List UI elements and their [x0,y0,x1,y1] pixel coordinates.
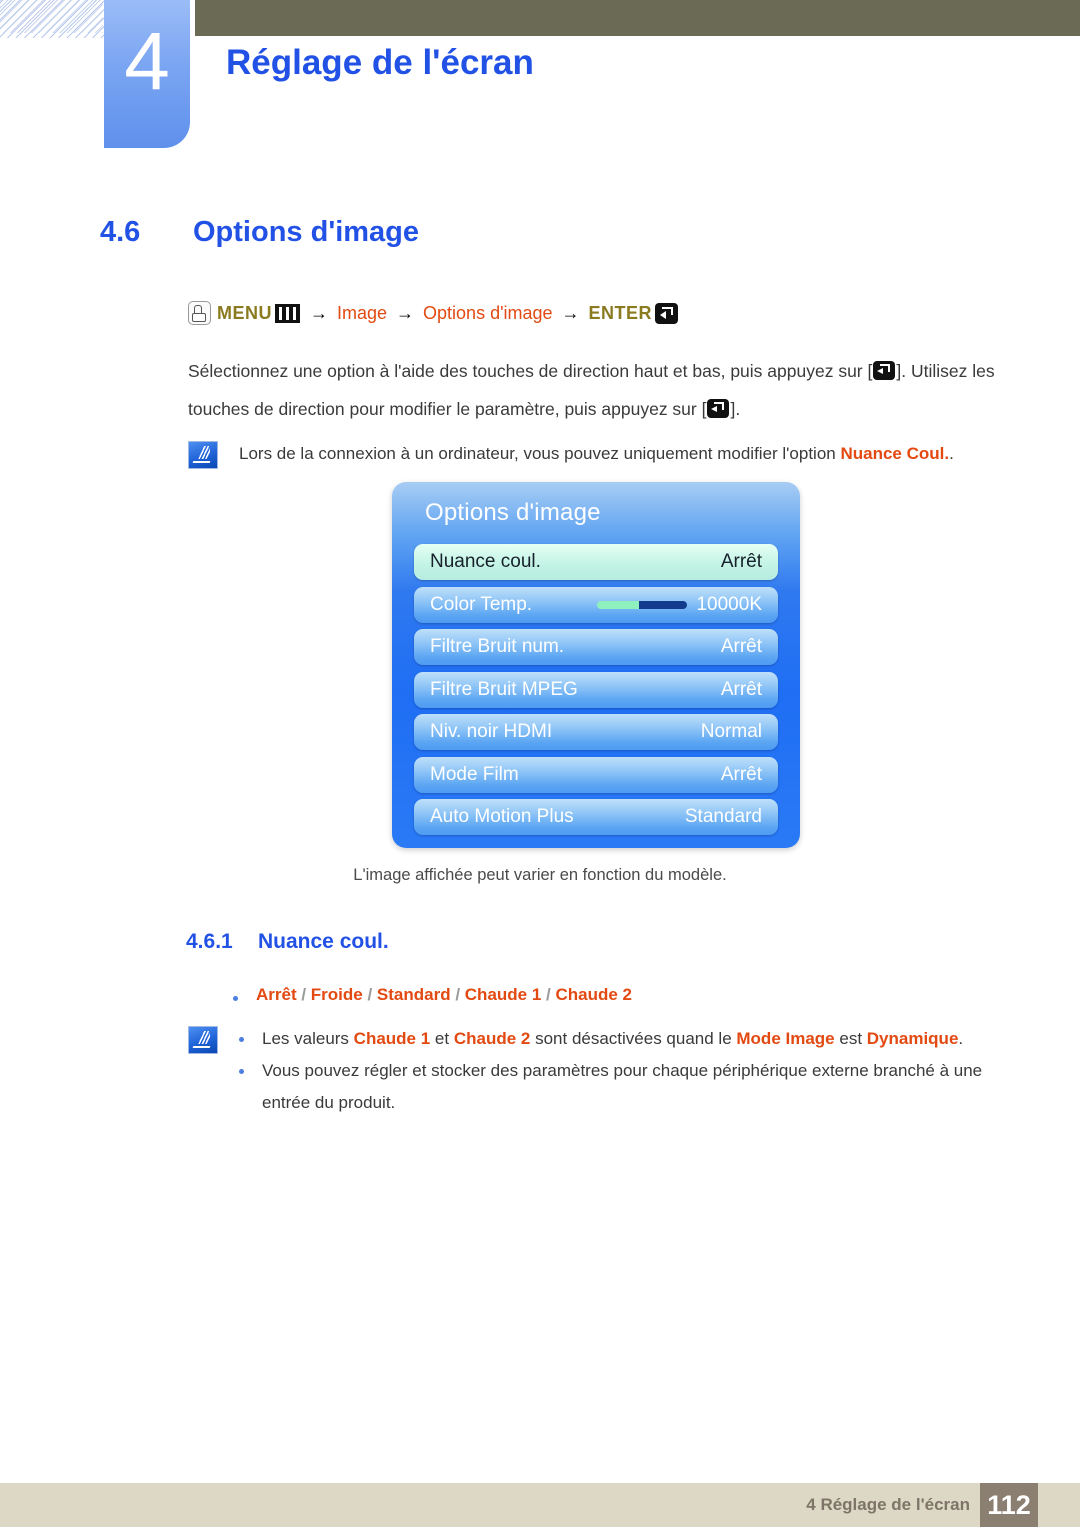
nav-arrow-3: → [561,303,580,323]
note-block-top: Lors de la connexion à un ordinateur, vo… [188,438,1016,470]
note-highlight: Chaude 1 [353,1029,431,1048]
note-top-after: . [949,444,954,463]
note-top-text: Lors de la connexion à un ordinateur, vo… [239,438,954,470]
subsection-heading: 4.6.1 Nuance coul. [186,930,389,954]
osd-row-label: Auto Motion Plus [430,806,574,827]
note-highlight: Chaude 2 [453,1029,531,1048]
chapter-title: Réglage de l'écran [226,43,534,82]
note-plain: est [834,1029,867,1048]
section-heading: 4.6 Options d'image [100,216,419,249]
section-number: 4.6 [100,216,141,248]
note-pen-icon [188,1026,218,1054]
note-highlight: Mode Image [736,1029,835,1048]
options-values: Arrêt / Froide / Standard / Chaude 1 / C… [256,982,632,1008]
note-bullet-text: Les valeurs Chaude 1 et Chaude 2 sont dé… [262,1023,963,1055]
osd-row-nuance-coul[interactable]: Nuance coul. Arrêt [414,544,778,580]
osd-slider[interactable] [597,600,688,609]
nav-step-image: Image [337,303,388,323]
note-bullet-item: Les valeurs Chaude 1 et Chaude 2 sont dé… [239,1023,1016,1055]
slider-track [639,600,688,609]
option-value: Standard [376,985,451,1004]
note-plain: . [958,1029,964,1048]
osd-row-mode-film[interactable]: Mode Film Arrêt [414,756,778,793]
option-separator: / [450,985,465,1004]
bullet-dot [239,1037,244,1042]
osd-row-label: Niv. noir HDMI [430,721,553,742]
osd-menu-panel: Options d'image Nuance coul. Arrêt Color T… [392,482,800,848]
options-bullet-line: Arrêt / Froide / Standard / Chaude 1 / C… [233,982,632,1008]
note-plain: Les valeurs [262,1029,354,1048]
osd-row-label: Filtre Bruit MPEG [430,678,578,700]
osd-row-value: Arrêt [720,636,762,657]
subsection-title: Nuance coul. [258,930,389,953]
bullet-dot [233,996,238,1001]
osd-row-label: Color Temp. [430,593,533,615]
osd-row-label: Mode Film [430,763,519,785]
header-olive-bar [195,0,1080,36]
hatch-decoration [0,0,110,38]
note-top-highlight: Nuance Coul. [840,444,950,463]
osd-caption: L'image affichée peut varier en fonction… [353,866,727,884]
menu-navigation-path: MENU → Image → Options d'image → ENTER [188,300,679,326]
option-separator: / [541,985,556,1004]
bullet-dot [239,1069,244,1074]
enter-key-icon [873,361,896,380]
note-pen-icon [188,441,218,469]
osd-menu-list: Nuance coul. Arrêt Color Temp. 10000K Filtre… [414,544,778,842]
slider-fill [597,600,640,609]
osd-row-value: Standard [684,806,762,827]
nav-menu-label: MENU [217,303,272,323]
finger-press-icon [188,301,211,325]
osd-row-filtre-bruit-num[interactable]: Filtre Bruit num. Arrêt [414,629,778,665]
option-value: Chaude 1 [464,985,542,1004]
note-plain: sont désactivées quand le [530,1029,737,1048]
osd-row-label: Nuance coul. [430,551,541,572]
osd-row-value: 10000K [696,593,762,615]
chapter-number: 4 [124,16,170,107]
note-bottom-text: Les valeurs Chaude 1 et Chaude 2 sont dé… [239,1023,1016,1119]
osd-row-niv-noir-hdmi[interactable]: Niv. noir HDMI Normal [414,714,778,750]
note-bullet-item: Vous pouvez régler et stocker des paramè… [239,1055,1016,1119]
page-footer: 4 Réglage de l'écran 112 [0,1483,1080,1527]
osd-row-value: Arrêt [720,763,762,785]
osd-row-filtre-bruit-mpeg[interactable]: Filtre Bruit MPEG Arrêt [414,671,778,708]
menu-bars-icon [275,303,300,323]
intro-paragraph: Sélectionnez une option à l'aide des tou… [188,352,1016,428]
enter-key-icon [655,302,679,324]
enter-key-icon [707,399,730,418]
nav-arrow-2: → [396,303,415,323]
osd-row-value: Arrêt [720,678,762,700]
chapter-tab: 4 [104,0,190,148]
note-plain: Vous pouvez régler et stocker des paramè… [262,1061,983,1112]
osd-menu-title: Options d'image [425,499,601,526]
intro-text-part3: ]. [730,399,741,419]
section-title: Options d'image [193,216,420,248]
footer-page-number: 112 [980,1483,1038,1527]
option-value: Arrêt [256,985,297,1004]
hatch-decoration-inner [0,0,103,33]
osd-row-auto-motion-plus[interactable]: Auto Motion Plus Standard [414,799,778,835]
note-plain: et [430,1029,454,1048]
option-value: Froide [310,985,363,1004]
nav-enter-label: ENTER [588,303,653,323]
note-top-before: Lors de la connexion à un ordinateur, vo… [239,444,841,463]
subsection-number: 4.6.1 [186,930,233,953]
option-separator: / [296,985,311,1004]
osd-row-color-temp[interactable]: Color Temp. 10000K [414,586,778,623]
osd-row-value: Normal [700,721,762,742]
note-highlight: Dynamique [866,1029,959,1048]
option-separator: / [362,985,377,1004]
nav-arrow-1: → [310,303,328,323]
osd-row-value: Arrêt [720,551,762,572]
nav-step-options-dimage: Options d'image [423,303,553,323]
osd-row-label: Filtre Bruit num. [430,636,565,657]
page-header: 4 Réglage de l'écran [0,0,1080,160]
note-bullet-text: Vous pouvez régler et stocker des paramè… [262,1055,1016,1119]
intro-text-part1: Sélectionnez une option à l'aide des tou… [188,361,873,381]
footer-chapter-label: 4 Réglage de l'écran [806,1495,970,1514]
note-block-bottom: Les valeurs Chaude 1 et Chaude 2 sont dé… [188,1023,1016,1119]
option-value: Chaude 2 [555,985,633,1004]
